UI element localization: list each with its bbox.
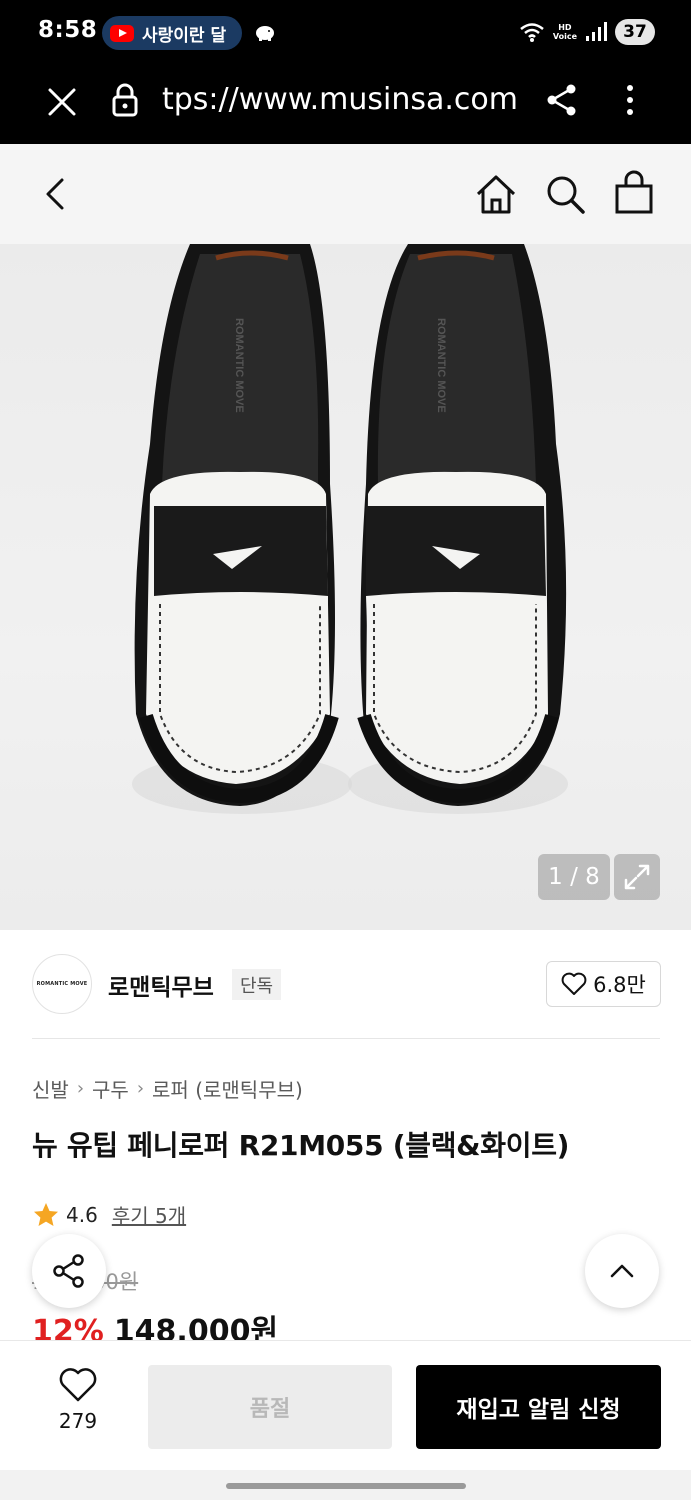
rating-row: 4.6 후기 5개 — [32, 1200, 186, 1229]
battery-indicator: 37 — [615, 19, 655, 45]
review-link[interactable]: 후기 5개 — [112, 1200, 186, 1229]
status-right: HD Voice 37 — [519, 19, 655, 45]
piggy-bank-icon — [256, 26, 274, 41]
expand-icon — [624, 864, 650, 890]
hd-label: HD — [558, 23, 572, 32]
status-bar: 8:58 사랑이란 달 HD Voice 37 — [0, 0, 691, 66]
floating-share-button[interactable] — [32, 1234, 106, 1308]
chevron-right-icon: › — [136, 1078, 145, 1099]
youtube-icon — [110, 24, 134, 42]
search-icon[interactable] — [543, 172, 587, 216]
brand-logo-text: ROMANTIC MOVE — [36, 981, 88, 987]
divider — [32, 1038, 660, 1039]
status-time: 8:58 — [38, 17, 98, 43]
product-image[interactable]: ROMANTIC MOVE ROMANTIC MOVE — [0, 244, 691, 930]
chevron-left-icon[interactable] — [36, 174, 76, 214]
scroll-top-button[interactable] — [585, 1234, 659, 1308]
shopping-bag-icon[interactable] — [612, 170, 656, 216]
breadcrumb: 신발 › 구두 › 로퍼 (로맨틱무브) — [32, 1074, 303, 1103]
voice-label: Voice — [552, 32, 577, 41]
browser-toolbar: tps://www.musinsa.com/p — [0, 66, 691, 144]
share-icon[interactable] — [544, 82, 580, 118]
loafer-illustration: ROMANTIC MOVE ROMANTIC MOVE — [132, 244, 568, 814]
wishlist-count: 279 — [58, 1409, 98, 1433]
insole-brand-right: ROMANTIC MOVE — [435, 318, 447, 413]
breadcrumb-item-dress-shoes[interactable]: 구두 — [92, 1074, 129, 1103]
brand-like-button[interactable]: 6.8만 — [546, 961, 661, 1007]
signal-icon — [586, 22, 607, 41]
close-icon[interactable] — [44, 84, 80, 120]
heart-icon — [561, 972, 587, 995]
chevron-up-icon — [610, 1264, 634, 1278]
more-vertical-icon[interactable] — [616, 82, 644, 118]
insole-brand-left: ROMANTIC MOVE — [233, 318, 245, 413]
home-icon[interactable] — [474, 172, 518, 216]
url-field[interactable]: tps://www.musinsa.com/p — [162, 82, 516, 122]
star-icon — [34, 1202, 58, 1226]
home-indicator[interactable] — [226, 1483, 466, 1489]
image-counter: 1 / 8 — [538, 854, 610, 900]
rating-value: 4.6 — [66, 1202, 98, 1227]
restock-alert-button[interactable]: 재입고 알림 신청 — [416, 1365, 661, 1449]
lock-icon — [112, 83, 138, 117]
soldout-button[interactable]: 품절 — [148, 1365, 392, 1449]
product-title: 뉴 유팁 페니로퍼 R21M055 (블랙&화이트) — [32, 1129, 570, 1162]
brand-logo[interactable]: ROMANTIC MOVE — [32, 954, 92, 1014]
share-icon — [53, 1254, 84, 1288]
wifi-icon — [520, 23, 544, 42]
app-header — [0, 144, 691, 244]
heart-icon — [59, 1368, 97, 1402]
expand-button[interactable] — [614, 854, 660, 900]
chevron-right-icon: › — [76, 1078, 85, 1099]
breadcrumb-item-shoes[interactable]: 신발 — [32, 1074, 69, 1103]
brand-name[interactable]: 로맨틱무브 — [108, 968, 214, 1002]
breadcrumb-item-loafer[interactable]: 로퍼 (로맨틱무브) — [152, 1074, 303, 1103]
exclusive-badge: 단독 — [232, 969, 282, 1000]
youtube-notification-pill[interactable]: 사랑이란 달 — [102, 16, 242, 50]
brand-like-count: 6.8만 — [593, 973, 646, 997]
bottom-action-bar: 279 품절 재입고 알림 신청 — [0, 1340, 691, 1470]
notification-text: 사랑이란 달 — [142, 25, 227, 46]
wishlist-button[interactable]: 279 — [40, 1367, 116, 1447]
hd-voice-icon: HD Voice — [553, 23, 577, 41]
